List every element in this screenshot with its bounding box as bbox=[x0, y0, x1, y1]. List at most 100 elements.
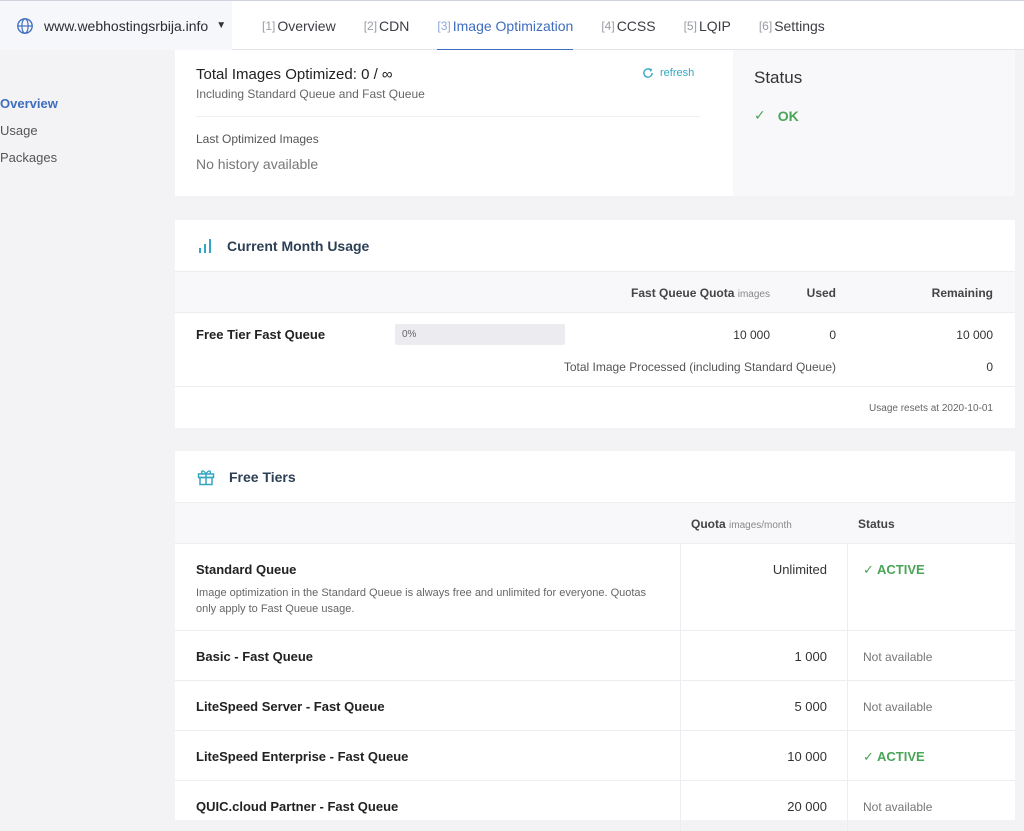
domain-selector[interactable]: www.webhostingsrbija.info ▼ bbox=[0, 1, 232, 50]
tier-name: LiteSpeed Server - Fast Queue bbox=[196, 699, 385, 714]
tab-lqip[interactable]: [5] LQIP bbox=[684, 1, 731, 50]
summary-panel: Total Images Optimized: 0 / ∞ Including … bbox=[175, 50, 733, 196]
tier-name-cell: Basic - Fast Queue bbox=[175, 631, 681, 680]
table-row: QUIC.cloud Partner - Fast Queue 20 000 N… bbox=[175, 781, 1015, 831]
tab-image-optimization[interactable]: [3] Image Optimization bbox=[437, 1, 574, 51]
usage-title: Current Month Usage bbox=[227, 237, 370, 254]
quota-column-header: Fast Queue Quota images bbox=[631, 286, 770, 300]
tier-status: ✓ ACTIVE bbox=[863, 749, 925, 764]
side-navigation: Overview Usage Packages bbox=[0, 96, 58, 177]
sidebar-item-overview[interactable]: Overview bbox=[0, 96, 58, 123]
quota-header-label: Quota bbox=[691, 517, 726, 531]
table-row: Basic - Fast Queue 1 000 Not available bbox=[175, 631, 1015, 681]
used-column-header: Used bbox=[806, 286, 836, 300]
sidebar-item-packages[interactable]: Packages bbox=[0, 150, 58, 177]
tier-status: Not available bbox=[863, 700, 933, 714]
tab-label: Image Optimization bbox=[452, 17, 574, 34]
usage-remaining-value: 10 000 bbox=[956, 328, 993, 342]
tier-name: Basic - Fast Queue bbox=[196, 649, 314, 664]
status-value: OK bbox=[777, 107, 799, 124]
bar-chart-icon bbox=[199, 238, 211, 253]
usage-card: Current Month Usage Fast Queue Quota ima… bbox=[175, 220, 1015, 428]
usage-reset-text: Usage resets at 2020-10-01 bbox=[869, 403, 993, 414]
free-tiers-card: Free Tiers Quota images/month Status Sta… bbox=[175, 451, 1015, 831]
tab-number: [3] bbox=[437, 18, 451, 33]
main-tabs: [1] Overview [2] CDN [3] Image Optimization… bbox=[262, 1, 853, 51]
tier-name-cell: Standard Queue Image optimization in the… bbox=[175, 544, 681, 630]
tier-status-cell: Not available bbox=[848, 631, 1015, 680]
status-badge: ✓ OK bbox=[754, 107, 799, 124]
table-row: LiteSpeed Server - Fast Queue 5 000 Not … bbox=[175, 681, 1015, 731]
status-column-header: Status bbox=[858, 517, 895, 531]
tab-number: [4] bbox=[601, 18, 615, 33]
tab-ccss[interactable]: [4] CCSS bbox=[601, 1, 655, 50]
tab-settings[interactable]: [6] Settings bbox=[759, 1, 825, 50]
tier-name-cell: LiteSpeed Server - Fast Queue bbox=[175, 681, 681, 730]
top-bar: www.webhostingsrbija.info ▼ [1] Overview … bbox=[0, 0, 1024, 51]
quota-header-unit: images/month bbox=[729, 520, 792, 531]
tier-name: Standard Queue bbox=[196, 562, 297, 577]
divider bbox=[196, 116, 700, 117]
usage-progress-bar: 0% bbox=[395, 324, 565, 345]
tier-status: Not available bbox=[863, 800, 933, 814]
tier-description: Image optimization in the Standard Queue… bbox=[196, 587, 647, 615]
tab-number: [2] bbox=[363, 18, 378, 33]
sidebar-item-usage[interactable]: Usage bbox=[0, 123, 58, 150]
status-title: Status bbox=[754, 68, 803, 87]
tier-quota-cell: 1 000 bbox=[681, 631, 848, 680]
tab-number: [1] bbox=[262, 18, 276, 33]
quota-header-unit: images bbox=[737, 289, 770, 300]
table-row: LiteSpeed Enterprise - Fast Queue 10 000… bbox=[175, 731, 1015, 781]
tab-number: [5] bbox=[683, 18, 697, 33]
free-tiers-title: Free Tiers bbox=[229, 468, 296, 485]
tab-label: Settings bbox=[774, 17, 825, 34]
tab-label: Overview bbox=[277, 17, 336, 34]
tier-quota: 20 000 bbox=[787, 799, 827, 814]
tier-quota: Unlimited bbox=[772, 562, 827, 577]
summary-card: Total Images Optimized: 0 / ∞ Including … bbox=[175, 50, 1015, 196]
table-row: Standard Queue Image optimization in the… bbox=[175, 544, 1015, 631]
refresh-button[interactable]: refresh bbox=[642, 67, 694, 79]
tab-overview[interactable]: [1] Overview bbox=[262, 1, 336, 50]
tab-label: CCSS bbox=[616, 17, 656, 34]
domain-name: www.webhostingsrbija.info bbox=[44, 17, 209, 34]
tier-quota: 5 000 bbox=[794, 699, 827, 714]
quota-header-label: Fast Queue Quota bbox=[631, 286, 735, 300]
last-optimized-label: Last Optimized Images bbox=[196, 132, 319, 146]
gift-icon bbox=[197, 469, 215, 485]
tier-quota: 1 000 bbox=[794, 649, 827, 664]
tab-number: [6] bbox=[758, 18, 773, 33]
check-icon: ✓ bbox=[754, 107, 766, 123]
tier-status-cell: ✓ ACTIVE bbox=[848, 731, 1015, 780]
tier-name-cell: LiteSpeed Enterprise - Fast Queue bbox=[175, 731, 681, 780]
free-tiers-header: Free Tiers bbox=[175, 451, 1015, 503]
tab-label: LQIP bbox=[698, 17, 731, 34]
tier-status-cell: Not available bbox=[848, 781, 1015, 831]
total-processed-value: 0 bbox=[986, 360, 993, 374]
total-images-title: Total Images Optimized: 0 / ∞ bbox=[196, 66, 393, 83]
tier-quota-cell: 10 000 bbox=[681, 731, 848, 780]
tier-status-cell: Not available bbox=[848, 681, 1015, 730]
refresh-icon bbox=[643, 68, 653, 78]
usage-used-value: 0 bbox=[829, 328, 836, 342]
tier-name: LiteSpeed Enterprise - Fast Queue bbox=[196, 749, 409, 764]
tier-status-cell: ✓ ACTIVE bbox=[848, 544, 1015, 630]
tier-status: ✓ ACTIVE bbox=[863, 562, 925, 577]
chevron-down-icon: ▼ bbox=[216, 20, 227, 31]
tiers-table-header: Quota images/month Status bbox=[175, 503, 1015, 544]
globe-icon bbox=[17, 17, 33, 34]
tier-name-cell: QUIC.cloud Partner - Fast Queue bbox=[175, 781, 681, 831]
tier-quota-cell: Unlimited bbox=[681, 544, 848, 630]
tab-cdn[interactable]: [2] CDN bbox=[364, 1, 410, 50]
tier-status: Not available bbox=[863, 650, 933, 664]
total-processed-label: Total Image Processed (including Standar… bbox=[563, 360, 836, 374]
tab-label: CDN bbox=[379, 17, 410, 34]
usage-progress-label: 0% bbox=[402, 329, 417, 340]
divider bbox=[175, 386, 1015, 387]
usage-card-header: Current Month Usage bbox=[175, 220, 1015, 272]
total-images-subtitle: Including Standard Queue and Fast Queue bbox=[196, 87, 425, 101]
quota-column-header: Quota images/month bbox=[691, 517, 792, 531]
usage-row-label: Free Tier Fast Queue bbox=[196, 327, 326, 342]
usage-quota-value: 10 000 bbox=[733, 328, 770, 342]
no-history-text: No history available bbox=[196, 156, 319, 172]
